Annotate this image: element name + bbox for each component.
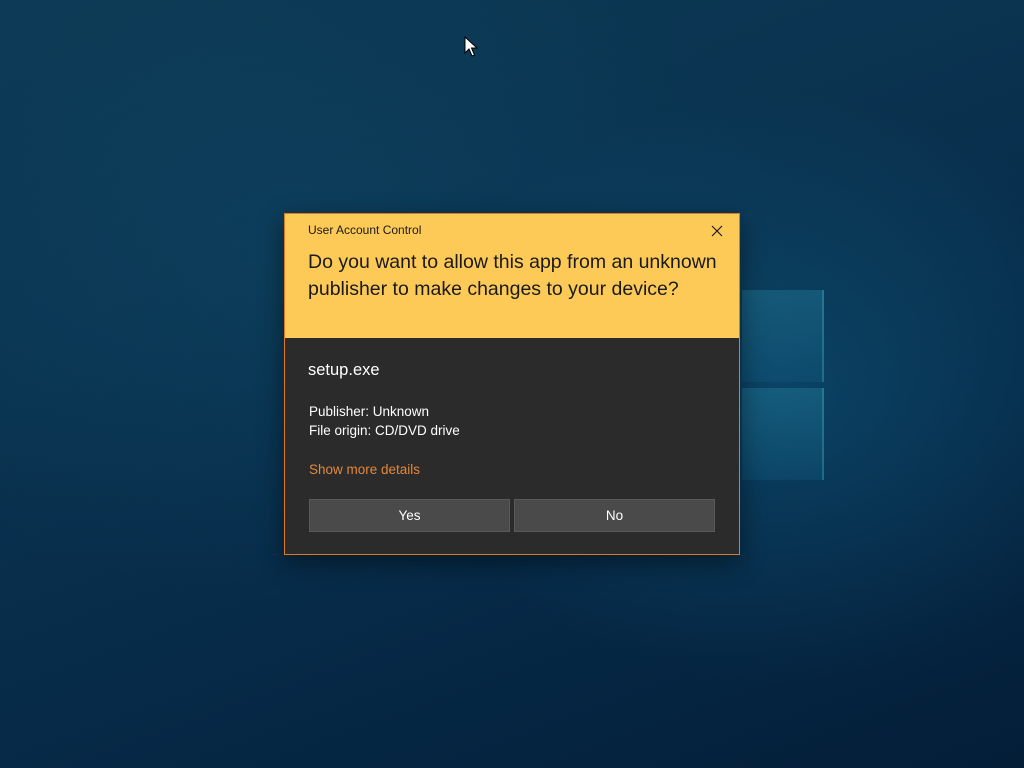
windows-logo-icon [742, 290, 824, 482]
uac-body: setup.exe Publisher: Unknown File origin… [285, 338, 739, 554]
windows-logo-pane-bottom [742, 388, 824, 480]
file-origin-info: File origin: CD/DVD drive [309, 423, 460, 438]
uac-dialog: User Account Control Do you want to allo… [284, 213, 740, 555]
publisher-info: Publisher: Unknown [309, 404, 430, 419]
app-name: setup.exe [308, 361, 380, 379]
close-icon [711, 225, 723, 237]
show-more-details-link[interactable]: Show more details [309, 462, 420, 477]
yes-button[interactable]: Yes [309, 499, 510, 532]
uac-header: User Account Control Do you want to allo… [285, 214, 739, 338]
mouse-pointer-icon [464, 36, 478, 57]
close-button[interactable] [703, 218, 731, 244]
windows-logo-pane-top [742, 290, 824, 382]
uac-question: Do you want to allow this app from an un… [308, 251, 717, 300]
dialog-caption: User Account Control [308, 223, 422, 237]
no-button[interactable]: No [514, 499, 715, 532]
